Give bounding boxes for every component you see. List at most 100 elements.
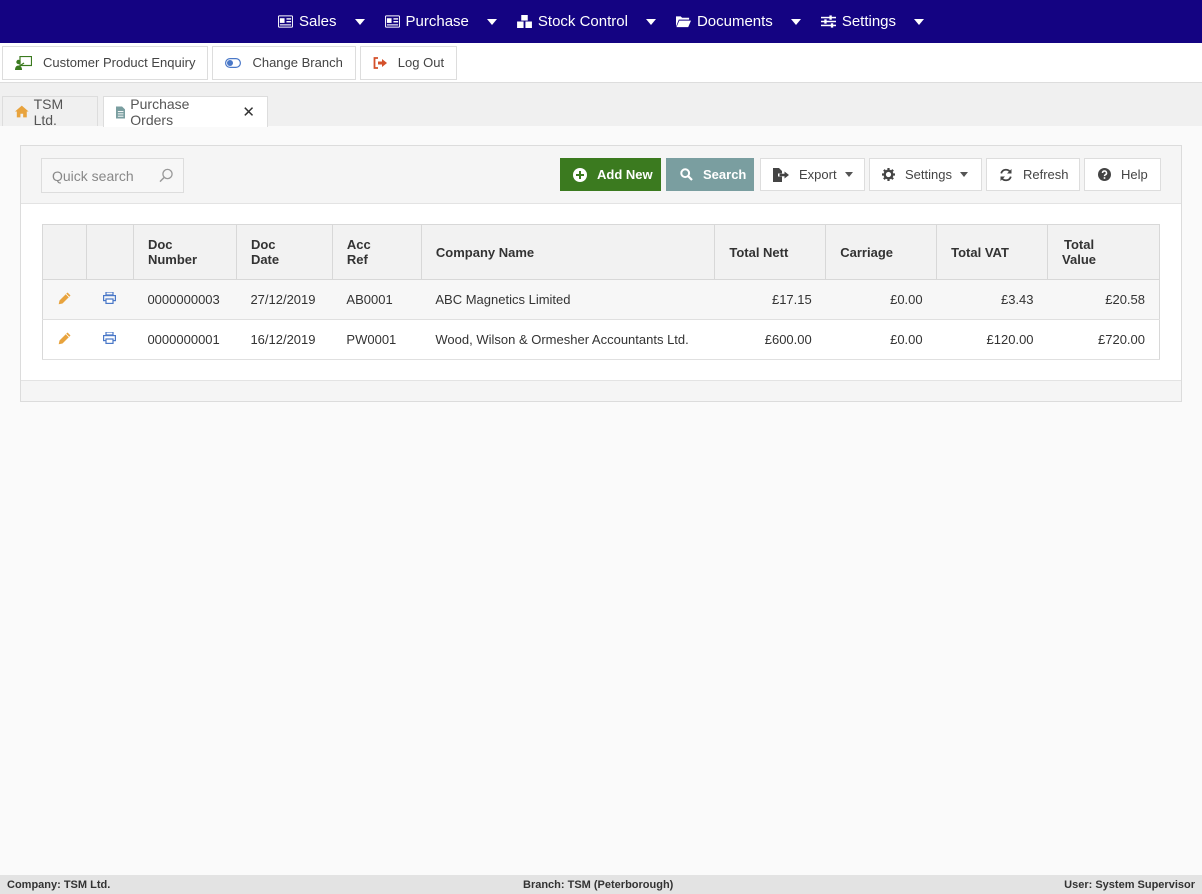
chevron-down-icon[interactable] — [914, 18, 925, 25]
nav-purchase[interactable]: Purchase — [375, 0, 507, 43]
nav-stock-control-label: Stock Control — [537, 13, 628, 30]
id-card-icon — [277, 15, 293, 28]
total-value-cell: £20.58 — [1047, 279, 1160, 320]
doc-date-cell: 16/12/2019 — [236, 319, 333, 360]
refresh-button[interactable]: Refresh — [986, 158, 1080, 191]
chevron-down-icon[interactable] — [645, 18, 656, 25]
nav-sales-label: Sales — [298, 13, 337, 30]
nav-settings[interactable]: Settings — [811, 0, 934, 43]
doc-number-cell: 0000000001 — [133, 319, 237, 360]
toggle-icon — [225, 57, 242, 68]
total-vat-cell: £3.43 — [936, 279, 1048, 320]
toolbar: Customer Product Enquiry Change Branch L… — [0, 43, 1202, 83]
nav-stock-control[interactable]: Stock Control — [507, 0, 666, 43]
chevron-down-icon[interactable] — [486, 18, 497, 25]
settings-label: Settings — [905, 167, 952, 182]
acc-ref-header[interactable]: Acc Ref — [331, 224, 422, 280]
panel-footer — [21, 380, 1181, 401]
doc-number-header-line1: Doc — [147, 237, 173, 252]
carriage-cell: £0.00 — [825, 279, 937, 320]
refresh-label: Refresh — [1023, 167, 1069, 182]
acc-ref-cell: AB0001 — [332, 279, 422, 320]
total-vat-cell: £120.00 — [936, 319, 1048, 360]
total-value-header-line2: Value — [1062, 252, 1096, 267]
log-out-label: Log Out — [397, 55, 445, 70]
total-value-cell: £720.00 — [1047, 319, 1160, 360]
export-button[interactable]: Export — [760, 158, 865, 191]
search-button[interactable]: Search — [666, 158, 754, 191]
boxes-icon — [516, 15, 532, 28]
sign-out-icon — [373, 56, 387, 69]
panel-toolbar: Quick search Add New Search Export Setti… — [21, 146, 1181, 204]
total-nett-cell: £600.00 — [714, 319, 826, 360]
search-label: Search — [703, 167, 747, 182]
tab-home-label: TSM Ltd. — [33, 95, 64, 128]
status-company: Company: TSM Ltd. — [7, 879, 111, 891]
export-label: Export — [799, 167, 837, 182]
customer-product-enquiry-label: Customer Product Enquiry — [43, 55, 196, 70]
plus-circle-icon — [573, 167, 587, 182]
table-row[interactable]: 0000000001 16/12/2019 PW0001 Wood, Wilso… — [42, 319, 1160, 360]
edit-cell[interactable] — [42, 319, 87, 360]
doc-number-cell: 0000000003 — [133, 279, 237, 320]
id-card-icon — [384, 15, 400, 28]
chevron-down-icon — [844, 172, 853, 177]
status-bar: Company: TSM Ltd. Branch: TSM (Peterboro… — [0, 875, 1202, 894]
doc-number-header[interactable]: Doc Number — [132, 224, 237, 280]
gear-icon — [882, 168, 895, 181]
close-icon[interactable]: ✕ — [242, 103, 255, 121]
log-out-button[interactable]: Log Out — [359, 45, 458, 80]
nav-sales[interactable]: Sales — [268, 0, 375, 43]
company-name-header[interactable]: Company Name — [420, 224, 716, 280]
add-new-label: Add New — [597, 167, 653, 182]
total-nett-cell: £17.15 — [714, 279, 826, 320]
edit-column-header — [42, 224, 87, 280]
status-branch: Branch: TSM (Peterborough) — [523, 879, 674, 891]
tab-purchase-orders[interactable]: Purchase Orders ✕ — [103, 96, 268, 128]
doc-number-header-line2: Number — [147, 252, 198, 267]
pencil-icon[interactable] — [58, 332, 71, 345]
printer-icon[interactable] — [103, 291, 117, 305]
doc-date-cell: 27/12/2019 — [236, 279, 333, 320]
nav-documents[interactable]: Documents — [666, 0, 811, 43]
acc-ref-header-line1: Acc — [346, 237, 371, 252]
total-value-header-line1: Total — [1063, 237, 1095, 252]
status-user: User: System Supervisor — [1064, 879, 1195, 891]
chevron-down-icon[interactable] — [354, 18, 365, 25]
purchase-orders-panel: Quick search Add New Search Export Setti… — [20, 145, 1182, 402]
document-icon — [116, 105, 126, 119]
refresh-icon — [1000, 168, 1012, 181]
chevron-down-icon[interactable] — [790, 18, 801, 25]
print-cell[interactable] — [86, 319, 134, 360]
edit-cell[interactable] — [42, 279, 87, 320]
quick-search-input[interactable]: Quick search — [41, 158, 184, 193]
nav-purchase-label: Purchase — [405, 13, 469, 30]
total-value-header[interactable]: Total Value — [1047, 224, 1160, 280]
top-nav: Sales Purchase Stock Control Documents S… — [0, 0, 1202, 43]
sliders-icon — [820, 15, 836, 28]
file-export-icon — [773, 167, 789, 182]
pencil-icon[interactable] — [58, 292, 71, 305]
doc-date-header[interactable]: Doc Date — [235, 224, 333, 280]
add-new-button[interactable]: Add New — [560, 158, 661, 191]
change-branch-button[interactable]: Change Branch — [212, 45, 356, 80]
home-icon — [15, 105, 29, 118]
search-icon — [159, 168, 173, 183]
help-label: Help — [1121, 167, 1148, 182]
carriage-cell: £0.00 — [825, 319, 937, 360]
tab-purchase-orders-label: Purchase Orders — [130, 96, 190, 128]
table-header-row: Doc Number Doc Date Acc Ref Company Name To… — [42, 224, 1160, 280]
total-vat-header[interactable]: Total VAT — [936, 224, 1049, 280]
tab-bar: TSM Ltd. Purchase Orders ✕ — [0, 83, 1202, 128]
carriage-header[interactable]: Carriage — [825, 224, 938, 280]
table-row[interactable]: 0000000003 27/12/2019 AB0001 ABC Magneti… — [42, 279, 1160, 320]
question-circle-icon — [1098, 168, 1111, 181]
customer-product-enquiry-button[interactable]: Customer Product Enquiry — [2, 45, 209, 80]
print-cell[interactable] — [86, 279, 134, 320]
total-nett-header[interactable]: Total Nett — [714, 224, 827, 280]
tab-home[interactable]: TSM Ltd. — [2, 95, 98, 128]
help-button[interactable]: Help — [1084, 158, 1161, 191]
chevron-down-icon — [959, 172, 968, 177]
printer-icon[interactable] — [103, 331, 117, 345]
settings-button[interactable]: Settings — [869, 158, 982, 191]
